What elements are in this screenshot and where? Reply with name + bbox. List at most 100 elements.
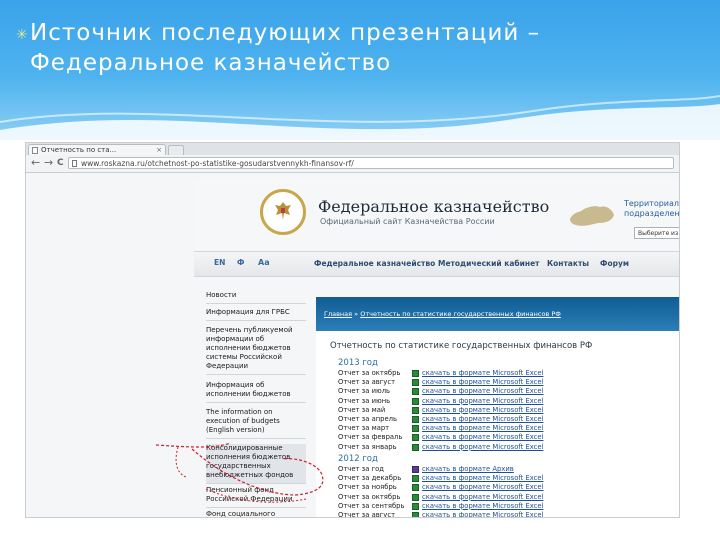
excel-file-icon[interactable] (412, 397, 419, 405)
slide-title-text: Источник последующих презентаций – Федер… (30, 20, 541, 76)
excel-file-icon[interactable] (412, 484, 419, 492)
download-link[interactable]: скачать в формате Microsoft Excel (422, 474, 543, 483)
download-link[interactable]: скачать в формате Microsoft Excel (422, 387, 543, 396)
browser-tabbar: Отчетность по ста... × (26, 143, 679, 156)
breadcrumb-current[interactable]: Отчетность по статистике государственных… (360, 310, 561, 318)
report-row: Отчет за август скачать в формате Microso… (338, 511, 638, 518)
site-navbar: EN Ф Аа Федеральное казначейство Методич… (194, 251, 679, 277)
year-heading-2013: 2013 год (338, 358, 378, 368)
report-row: Отчет за октябрь скачать в формате Micros… (338, 369, 638, 378)
bullet-icon: ✳ (16, 27, 29, 43)
excel-file-icon[interactable] (412, 493, 419, 501)
report-row: Отчет за апрель скачать в формате Microso… (338, 415, 638, 424)
report-name: Отчет за май (338, 405, 386, 414)
territory-line-2: подразделения (624, 209, 680, 218)
excel-file-icon[interactable] (412, 379, 419, 387)
excel-file-icon[interactable] (412, 475, 419, 483)
report-name: Отчет за март (338, 424, 390, 433)
report-name: Отчет за февраль (338, 433, 403, 442)
sidebar-item-budget-execution[interactable]: Информация об исполнении бюджетов (206, 381, 306, 403)
download-link[interactable]: скачать в формате Microsoft Excel (422, 502, 543, 511)
report-name: Отчет за август (338, 378, 396, 387)
browser-toolbar: ← → C www.roskazna.ru/otchetnost-po-stat… (26, 155, 679, 173)
reload-icon[interactable]: C (57, 157, 64, 169)
download-link[interactable]: скачать в формате Microsoft Excel (422, 397, 543, 406)
excel-file-icon[interactable] (412, 388, 419, 396)
download-link[interactable]: скачать в формате Microsoft Excel (422, 493, 543, 502)
browser-screenshot: Отчетность по ста... × ← → C www.roskazn… (25, 142, 680, 518)
address-bar[interactable]: www.roskazna.ru/otchetnost-po-statistike… (68, 157, 674, 169)
report-row: Отчет за март скачать в формате Microsoft… (338, 424, 638, 433)
main-content: Главная » Отчетность по статистике госуд… (316, 297, 679, 517)
nav-federal-treasury[interactable]: Федеральное казначейство (314, 259, 435, 268)
sidebar-item-grbs[interactable]: Информация для ГРБС (206, 308, 306, 321)
excel-file-icon[interactable] (412, 370, 419, 377)
forward-arrow-icon[interactable]: → (44, 157, 53, 169)
sidebar-item-english-version[interactable]: The information on execution of budgets … (206, 408, 306, 439)
excel-file-icon[interactable] (412, 425, 419, 433)
site-header: Федеральное казначейство Официальный сай… (194, 179, 679, 251)
excel-file-icon[interactable] (412, 512, 419, 517)
report-row: Отчет за январь скачать в формате Microso… (338, 443, 638, 452)
report-name: Отчет за год (338, 465, 384, 473)
sidebar-item-news[interactable]: Новости (206, 291, 306, 304)
report-name: Отчет за ноябрь (338, 483, 397, 492)
download-link[interactable]: скачать в формате Microsoft Excel (422, 511, 543, 517)
nav-contacts[interactable]: Контакты (547, 259, 589, 268)
web-page: Федеральное казначейство Официальный сай… (26, 173, 679, 517)
download-link[interactable]: скачать в формате Архив (422, 465, 514, 474)
sidebar: Новости Информация для ГРБС Перечень пуб… (206, 291, 308, 517)
sidebar-item-social-fund[interactable]: Фонд социального (206, 510, 306, 517)
report-row: Отчет за декабрь скачать в формате Micros… (338, 474, 638, 483)
report-row: Отчет за июль скачать в формате Microsoft… (338, 387, 638, 396)
address-text: www.roskazna.ru/otchetnost-po-statistike… (81, 159, 354, 168)
excel-file-icon[interactable] (412, 416, 419, 423)
report-name: Отчет за сентябрь (338, 501, 405, 510)
font-size-switch[interactable]: Аа (258, 258, 270, 267)
download-link[interactable]: скачать в формате Microsoft Excel (422, 378, 543, 387)
report-row: Отчет за сентябрь скачать в формате Micro… (338, 502, 638, 511)
sidebar-item-pension-fund[interactable]: Пенсионный фонд Российской Федерации (206, 486, 306, 508)
page-icon (32, 147, 38, 154)
russia-map-icon[interactable] (568, 201, 616, 229)
back-arrow-icon[interactable]: ← (31, 157, 40, 169)
download-link[interactable]: скачать в формате Microsoft Excel (422, 483, 543, 492)
download-link[interactable]: скачать в формате Microsoft Excel (422, 433, 543, 442)
download-link[interactable]: скачать в формате Microsoft Excel (422, 424, 543, 433)
download-link[interactable]: скачать в формате Microsoft Excel (422, 415, 543, 424)
eagle-icon (275, 202, 291, 220)
nav-forum[interactable]: Форум (600, 259, 629, 268)
tab-title: Отчетность по ста... (41, 146, 117, 154)
breadcrumb-home[interactable]: Главная (324, 310, 352, 318)
report-name: Отчет за август (338, 511, 396, 518)
page-title: Отчетность по статистике государственных… (330, 341, 593, 351)
excel-file-icon[interactable] (412, 502, 419, 510)
breadcrumb: Главная » Отчетность по статистике госуд… (324, 310, 561, 318)
report-row: Отчет за август скачать в формате Microso… (338, 378, 638, 387)
archive-file-icon[interactable] (412, 466, 419, 473)
download-link[interactable]: скачать в формате Microsoft Excel (422, 369, 543, 378)
excel-file-icon[interactable] (412, 406, 419, 414)
excel-file-icon[interactable] (412, 434, 419, 442)
download-link[interactable]: скачать в формате Microsoft Excel (422, 443, 543, 452)
year-heading-2012: 2012 год (338, 454, 378, 464)
sidebar-item-extrabudgetary-funds[interactable]: Консолидированные исполнения бюджетов го… (206, 444, 306, 484)
region-select[interactable]: Выберите из (634, 227, 679, 239)
site-subtitle: Официальный сайт Казначейства России (320, 217, 495, 226)
nav-methodical-cabinet[interactable]: Методический кабинет (438, 259, 540, 268)
browser-tab[interactable]: Отчетность по ста... × (28, 144, 166, 155)
report-row: Отчет за октябрь скачать в формате Micros… (338, 493, 638, 502)
territorial-units-link[interactable]: Территориал подразделения (624, 199, 680, 219)
report-name: Отчет за декабрь (338, 474, 402, 483)
accessibility-icon[interactable]: Ф (237, 258, 244, 267)
page-icon (72, 160, 77, 167)
territory-line-1: Территориал (624, 199, 680, 208)
treasury-emblem-logo[interactable] (260, 189, 306, 235)
report-name: Отчет за июль (338, 387, 391, 396)
sidebar-item-published-info[interactable]: Перечень публикуемой информации об испол… (206, 326, 306, 375)
site-name[interactable]: Федеральное казначейство (318, 197, 549, 216)
excel-file-icon[interactable] (412, 443, 419, 451)
report-name: Отчет за октябрь (338, 492, 401, 501)
download-link[interactable]: скачать в формате Microsoft Excel (422, 406, 543, 415)
lang-switch-en[interactable]: EN (214, 258, 225, 267)
